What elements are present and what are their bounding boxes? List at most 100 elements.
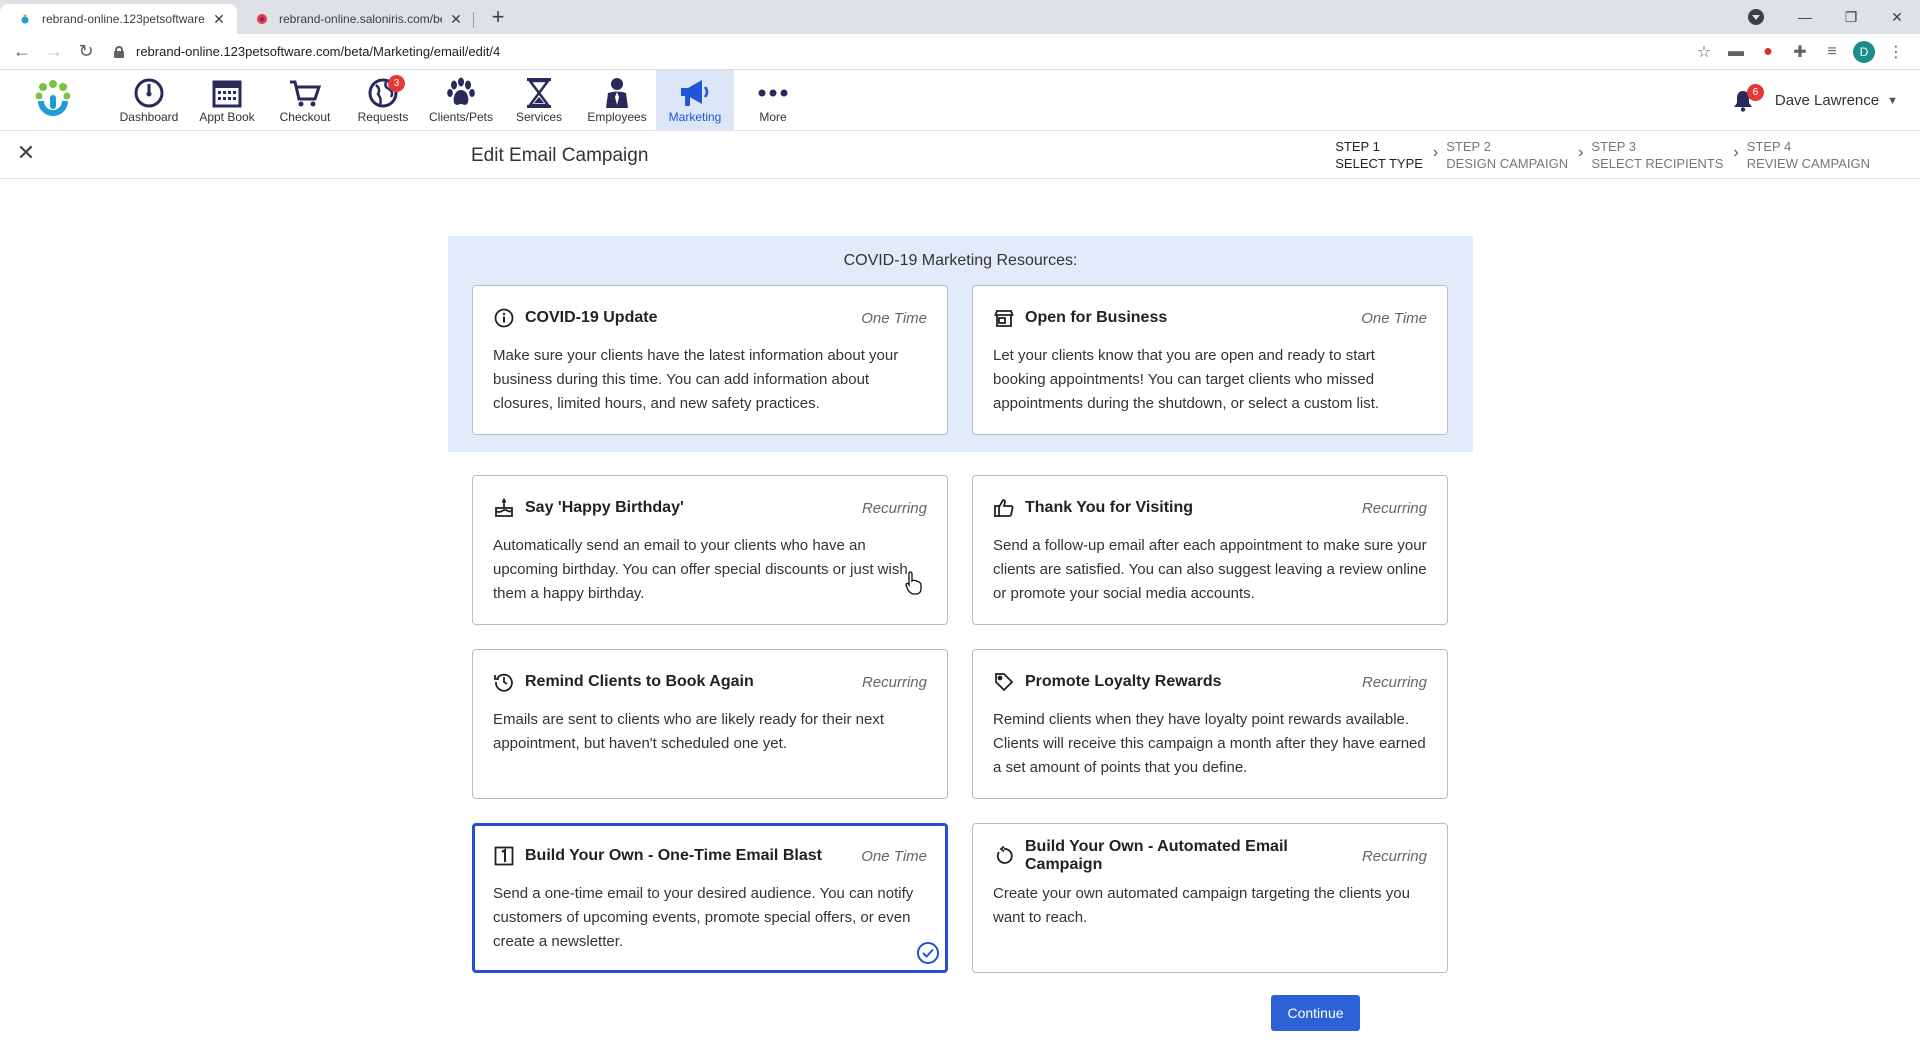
page-header: ✕ Edit Email Campaign STEP 1 SELECT TYPE… [0,131,1920,179]
nav-services[interactable]: Services [500,70,578,130]
bookmark-star-icon[interactable]: ☆ [1688,38,1720,66]
card-title: Say 'Happy Birthday' [525,499,684,516]
calendar-icon [211,76,243,110]
campaign-card-happy-birthday[interactable]: Say 'Happy Birthday' Recurring Automatic… [472,475,948,625]
step-select-recipients: STEP 3 SELECT RECIPIENTS [1591,139,1724,171]
extensions-puzzle-icon[interactable]: ✚ [1784,38,1816,66]
back-icon[interactable]: ← [8,38,36,66]
browser-tab-title: rebrand-online.123petsoftware.c [42,12,205,26]
restore-icon[interactable]: ❐ [1828,2,1874,32]
thumbs-up-icon [993,497,1015,519]
card-description: Let your clients know that you are open … [993,347,1380,412]
card-title: Build Your Own - One-Time Email Blast [525,847,822,864]
nav-checkout[interactable]: Checkout [266,70,344,130]
nav-label: Employees [587,110,647,124]
number-one-box-icon [493,845,515,867]
app-navigation: Dashboard Appt Book Checkout 3 Requests … [0,70,1920,131]
card-type: One Time [1361,309,1427,327]
campaign-card-one-time-blast[interactable]: Build Your Own - One-Time Email Blast On… [472,823,948,973]
card-title: COVID-19 Update [525,309,658,326]
hourglass-icon [524,76,554,110]
app-logo[interactable] [0,70,110,130]
notifications-button[interactable]: 6 [1723,81,1764,121]
card-title: Promote Loyalty Rewards [1025,673,1222,690]
card-description: Send a follow-up email after each appoin… [993,537,1427,602]
campaign-card-automated-campaign[interactable]: Build Your Own - Automated Email Campaig… [972,823,1448,973]
lock-icon [114,45,124,58]
card-type: Recurring [1361,847,1427,865]
campaign-card-thank-you[interactable]: Thank You for Visiting Recurring Send a … [972,475,1448,625]
paw-favicon-icon [18,12,32,26]
nav-employees[interactable]: Employees [578,70,656,130]
card-title: Open for Business [1025,309,1168,326]
close-icon[interactable]: ✕ [14,140,38,165]
tag-icon [993,671,1015,693]
extension-opera-icon[interactable]: ● [1752,38,1784,66]
card-description: Create your own automated campaign targe… [993,885,1410,926]
browser-tab-title: rebrand-online.saloniris.com/bet [279,12,442,26]
card-description: Automatically send an email to your clie… [493,537,908,602]
nav-label: More [759,110,787,124]
storefront-icon [993,307,1015,329]
card-description: Send a one-time email to your desired au… [493,885,914,950]
nav-more[interactable]: More [734,70,812,130]
minimize-icon[interactable]: — [1782,2,1828,32]
cart-icon [288,76,322,110]
chevron-right-icon: › [1578,144,1584,161]
card-type: Recurring [1361,673,1427,691]
window-controls: — ❐ ✕ [1748,0,1920,34]
more-dots-icon [757,76,789,110]
nav-dashboard[interactable]: Dashboard [110,70,188,130]
tab-search-icon[interactable] [1748,9,1764,25]
reload-icon[interactable]: ↻ [72,38,100,66]
user-name: Dave Lawrence [1774,92,1880,109]
cake-icon [493,497,515,519]
speedometer-icon [133,76,165,110]
nav-marketing[interactable]: Marketing [656,70,734,130]
profile-avatar[interactable]: D [1853,40,1875,63]
nav-label: Marketing [668,110,722,124]
history-icon [493,671,515,693]
selected-check-icon [917,942,939,964]
campaign-card-remind-clients[interactable]: Remind Clients to Book Again Recurring E… [472,649,948,799]
browser-menu-icon[interactable]: ⋮ [1880,38,1912,66]
campaign-type-content: COVID-19 Marketing Resources: COVID-19 U… [0,179,1920,1031]
card-type: One Time [861,847,927,865]
new-tab-button[interactable]: + [484,3,512,31]
browser-tab-1[interactable]: rebrand-online.123petsoftware.c ✕ [0,4,237,34]
megaphone-icon [678,76,712,110]
campaign-card-covid-update[interactable]: COVID-19 Update One Time Make sure your … [472,285,948,435]
forward-icon[interactable]: → [40,38,68,66]
covid-heading: COVID-19 Marketing Resources: [843,252,1078,269]
url-field[interactable]: rebrand-online.123petsoftware.com/beta/M… [104,38,1688,66]
browser-tabbar: rebrand-online.123petsoftware.c ✕ rebran… [0,0,1920,34]
browser-tab-2[interactable]: rebrand-online.saloniris.com/bet ✕ [237,4,474,34]
info-icon [493,307,515,329]
close-tab-icon[interactable]: ✕ [211,11,227,27]
step-review-campaign: STEP 4 REVIEW CAMPAIGN [1746,139,1870,171]
continue-button[interactable]: Continue [1271,995,1360,1031]
extension-keyboard-icon[interactable]: ▬ [1720,38,1752,66]
mouse-pointer-icon [905,571,923,600]
window-close-icon[interactable]: ✕ [1874,2,1920,32]
nav-label: Checkout [279,110,331,124]
card-type: Recurring [1361,499,1427,517]
media-queue-icon[interactable]: ≡ [1816,38,1848,66]
step-design-campaign: STEP 2 DESIGN CAMPAIGN [1446,139,1569,171]
user-menu[interactable]: Dave Lawrence ▼ [1775,92,1898,109]
card-title: Build Your Own - Automated Email Campaig… [1025,838,1288,873]
card-description: Make sure your clients have the latest i… [493,347,899,412]
card-title: Thank You for Visiting [1025,499,1194,516]
campaign-card-loyalty-rewards[interactable]: Promote Loyalty Rewards Recurring Remind… [972,649,1448,799]
nav-label: Services [515,110,562,124]
refresh-icon [993,845,1015,867]
nav-label: Appt Book [199,110,255,124]
nav-appt-book[interactable]: Appt Book [188,70,266,130]
nav-clients-pets[interactable]: Clients/Pets [422,70,500,130]
nav-requests[interactable]: 3 Requests [344,70,422,130]
campaign-card-open-for-business[interactable]: Open for Business One Time Let your clie… [972,285,1448,435]
close-tab-icon[interactable]: ✕ [448,11,464,27]
card-type: One Time [861,309,927,327]
chevron-right-icon: › [1432,144,1439,161]
card-type: Recurring [861,673,927,691]
